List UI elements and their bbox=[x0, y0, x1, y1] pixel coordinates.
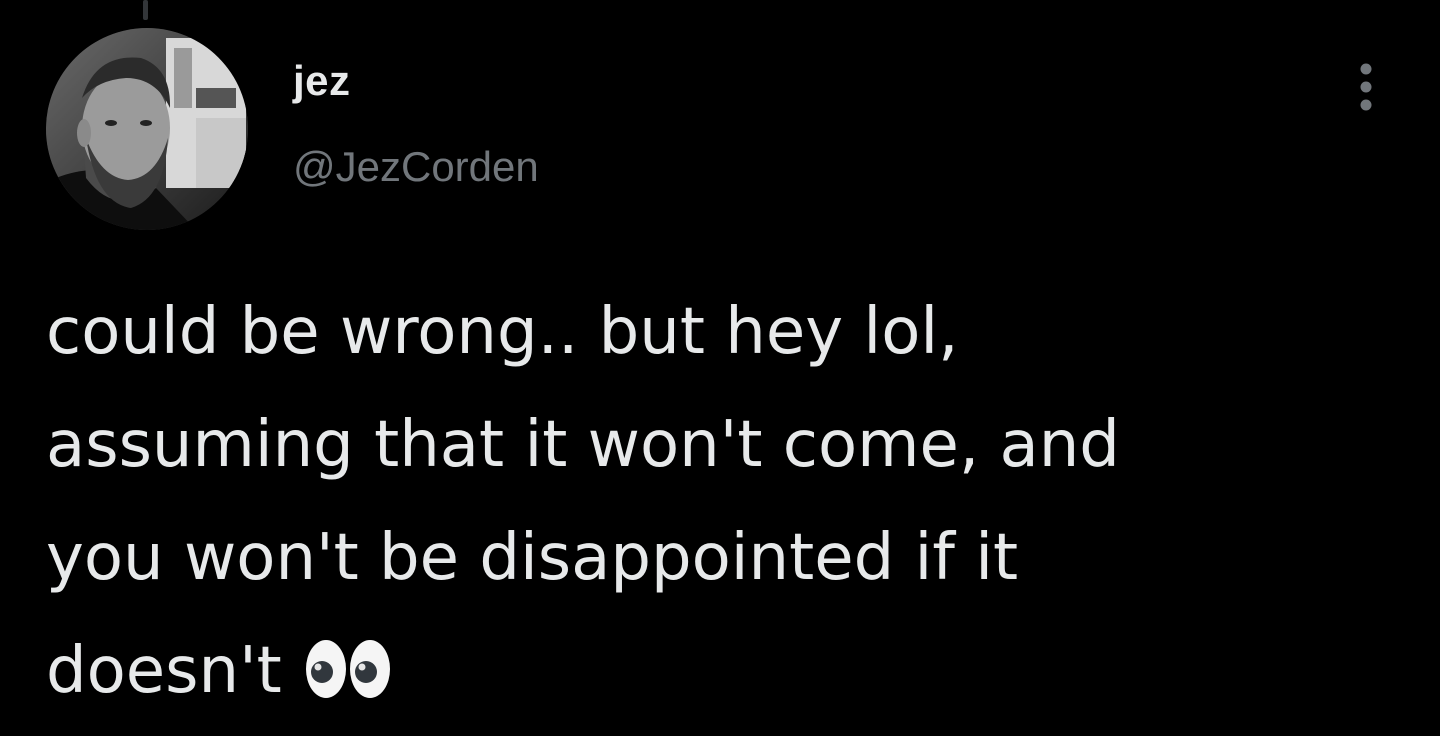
profile-photo-icon bbox=[46, 28, 248, 230]
avatar[interactable] bbox=[46, 28, 248, 230]
eyes-emoji-icon bbox=[304, 623, 396, 736]
author-handle[interactable]: @JezCorden bbox=[293, 146, 539, 188]
author-display-name[interactable]: jez bbox=[293, 60, 539, 120]
tweet-author[interactable]: jez @JezCorden bbox=[293, 60, 539, 188]
tweet-text-line-last: doesn't bbox=[46, 615, 1376, 736]
tweet-text-line: assuming that it won't come, and bbox=[46, 408, 1120, 482]
more-options-button[interactable] bbox=[1344, 56, 1388, 120]
tweet-text: could be wrong.. but hey lol, assuming t… bbox=[46, 276, 1376, 736]
thread-connector-line bbox=[143, 0, 148, 20]
more-vertical-icon bbox=[1360, 63, 1372, 111]
tweet-text-line-content: doesn't bbox=[46, 634, 282, 708]
tweet-text-line: could be wrong.. but hey lol, bbox=[46, 295, 959, 369]
tweet-text-line: you won't be disappointed if it bbox=[46, 521, 1019, 595]
